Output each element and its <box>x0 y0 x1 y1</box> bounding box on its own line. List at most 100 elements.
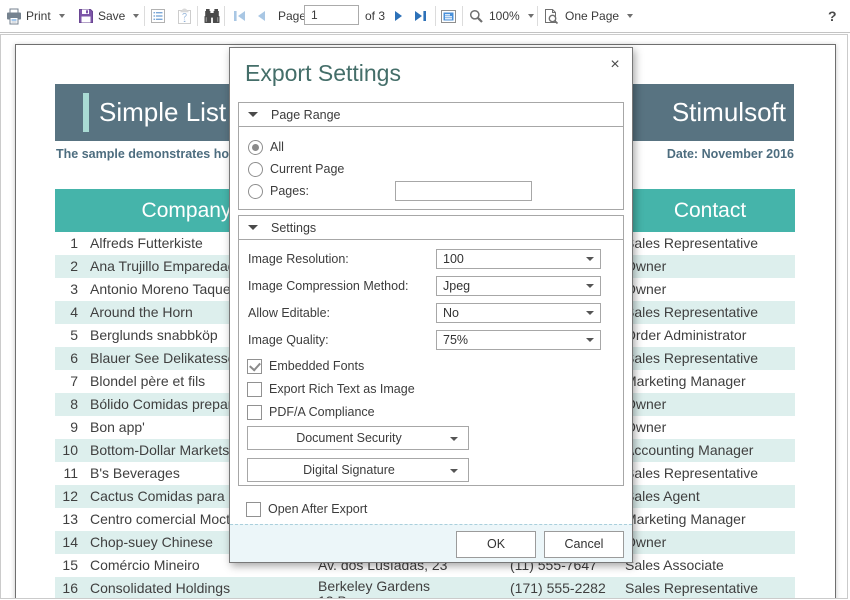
dialog-footer: OK Cancel <box>230 524 632 562</box>
radio-pages[interactable]: Pages: <box>248 183 309 199</box>
dropdown-value: 100 <box>443 252 586 266</box>
view-mode-icon <box>543 8 559 25</box>
svg-text:?: ? <box>182 12 187 22</box>
settings-field-row: Image Resolution: 100 <box>248 249 608 269</box>
page-range-group: Page Range All Current Page Pages: <box>238 102 624 210</box>
row-number: 4 <box>55 301 78 324</box>
radio-pages-icon <box>248 184 263 199</box>
row-number: 10 <box>55 439 78 462</box>
row-company: Consolidated Holdings <box>90 577 230 599</box>
row-number: 15 <box>55 554 78 577</box>
toolbar-separator <box>435 6 436 26</box>
printer-icon <box>6 8 22 25</box>
field-label: Image Compression Method: <box>248 279 409 293</box>
row-contact: Sales Representative <box>625 347 758 370</box>
zoom-button[interactable]: 100% <box>469 0 534 32</box>
toolbar-separator <box>224 6 225 26</box>
radio-all[interactable]: All <box>248 139 284 155</box>
next-page-button[interactable] <box>394 0 403 32</box>
row-company: Chop-suey Chinese <box>90 531 213 554</box>
page-label-group: Page <box>278 0 306 32</box>
toolbar-separator <box>197 6 198 26</box>
row-phone: (171) 555-2282 <box>510 577 606 599</box>
row-number: 9 <box>55 416 78 439</box>
row-number: 2 <box>55 255 78 278</box>
settings-checkbox[interactable]: Embedded Fonts <box>247 358 364 374</box>
open-after-export-checkbox[interactable]: Open After Export <box>246 501 367 517</box>
field-dropdown[interactable]: 100 <box>436 249 601 269</box>
checkbox-icon <box>247 359 262 374</box>
row-company: Antonio Moreno Taquería <box>90 278 247 301</box>
radio-current-page[interactable]: Current Page <box>248 161 344 177</box>
checkbox-icon <box>247 405 262 420</box>
row-company: Around the Horn <box>90 301 193 324</box>
row-number: 14 <box>55 531 78 554</box>
field-label: Image Quality: <box>248 333 329 347</box>
print-label: Print <box>26 9 51 23</box>
zoom-value-label: 100% <box>489 9 520 23</box>
report-date: Date: November 2016 <box>667 147 794 161</box>
settings-group: Settings Image Resolution: 100 Image Com… <box>238 215 624 486</box>
row-number: 8 <box>55 393 78 416</box>
radio-current-page-label: Current Page <box>270 162 344 176</box>
view-mode-button[interactable]: One Page <box>543 0 633 32</box>
row-company: Alfreds Futterkiste <box>90 232 203 255</box>
zoom-caret-icon <box>528 14 534 18</box>
settings-checkbox[interactable]: PDF/A Compliance <box>247 404 375 420</box>
table-row: 16 Consolidated Holdings Berkeley Garden… <box>55 577 795 599</box>
field-label: Allow Editable: <box>248 306 330 320</box>
fullscreen-button[interactable] <box>441 0 456 32</box>
row-address: Berkeley Gardens 12 Brewery <box>318 579 430 599</box>
dropdown-button[interactable]: Digital Signature <box>247 458 469 482</box>
dropdown-caret-icon <box>586 257 594 261</box>
view-mode-label: One Page <box>565 9 619 23</box>
page-range-group-header[interactable]: Page Range <box>239 103 623 127</box>
dropdown-value: No <box>443 306 586 320</box>
page-count-group: of 3 <box>365 0 385 32</box>
prev-page-button[interactable] <box>257 0 266 32</box>
find-icon <box>204 8 220 24</box>
save-label: Save <box>98 9 125 23</box>
bookmarks-button[interactable] <box>151 0 165 32</box>
row-number: 3 <box>55 278 78 301</box>
settings-group-header[interactable]: Settings <box>239 216 623 240</box>
field-dropdown[interactable]: No <box>436 303 601 323</box>
zoom-icon <box>469 9 484 24</box>
save-icon <box>78 8 94 24</box>
page-number-input[interactable] <box>304 5 359 25</box>
pages-range-input[interactable] <box>395 181 532 201</box>
dropdown-button[interactable]: Document Security <box>247 426 469 450</box>
checkbox-icon <box>246 502 261 517</box>
row-contact: Marketing Manager <box>625 508 746 531</box>
title-accent-bar <box>83 93 89 132</box>
field-dropdown[interactable]: Jpeg <box>436 276 601 296</box>
print-button[interactable]: Print <box>6 0 65 32</box>
close-icon[interactable]: × <box>605 56 625 76</box>
toolbar-separator <box>537 6 538 26</box>
row-number: 5 <box>55 324 78 347</box>
cancel-button[interactable]: Cancel <box>544 531 624 558</box>
first-page-button[interactable] <box>233 0 246 32</box>
last-page-button[interactable] <box>414 0 427 32</box>
view-mode-caret-icon <box>627 14 633 18</box>
ok-button[interactable]: OK <box>456 531 536 558</box>
row-contact: Accounting Manager <box>625 439 753 462</box>
row-company: Berglunds snabbköp <box>90 324 218 347</box>
help-button[interactable]: ? <box>828 0 837 32</box>
dropdown-button-label: Document Security <box>296 431 402 445</box>
help-icon: ? <box>828 8 837 24</box>
radio-pages-label: Pages: <box>270 184 309 198</box>
save-button[interactable]: Save <box>78 0 139 32</box>
find-button[interactable] <box>204 0 220 32</box>
field-dropdown[interactable]: 75% <box>436 330 601 350</box>
settings-field-row: Allow Editable: No <box>248 303 608 323</box>
settings-checkbox[interactable]: Export Rich Text as Image <box>247 381 415 397</box>
parameters-icon: ? <box>177 8 192 24</box>
radio-all-label: All <box>270 140 284 154</box>
row-number: 13 <box>55 508 78 531</box>
parameters-button[interactable]: ? <box>177 0 192 32</box>
row-contact: Sales Agent <box>625 485 700 508</box>
field-label: Image Resolution: <box>248 252 349 266</box>
dropdown-button-label: Digital Signature <box>303 463 395 477</box>
row-company: Blauer See Delikatessen <box>90 347 243 370</box>
